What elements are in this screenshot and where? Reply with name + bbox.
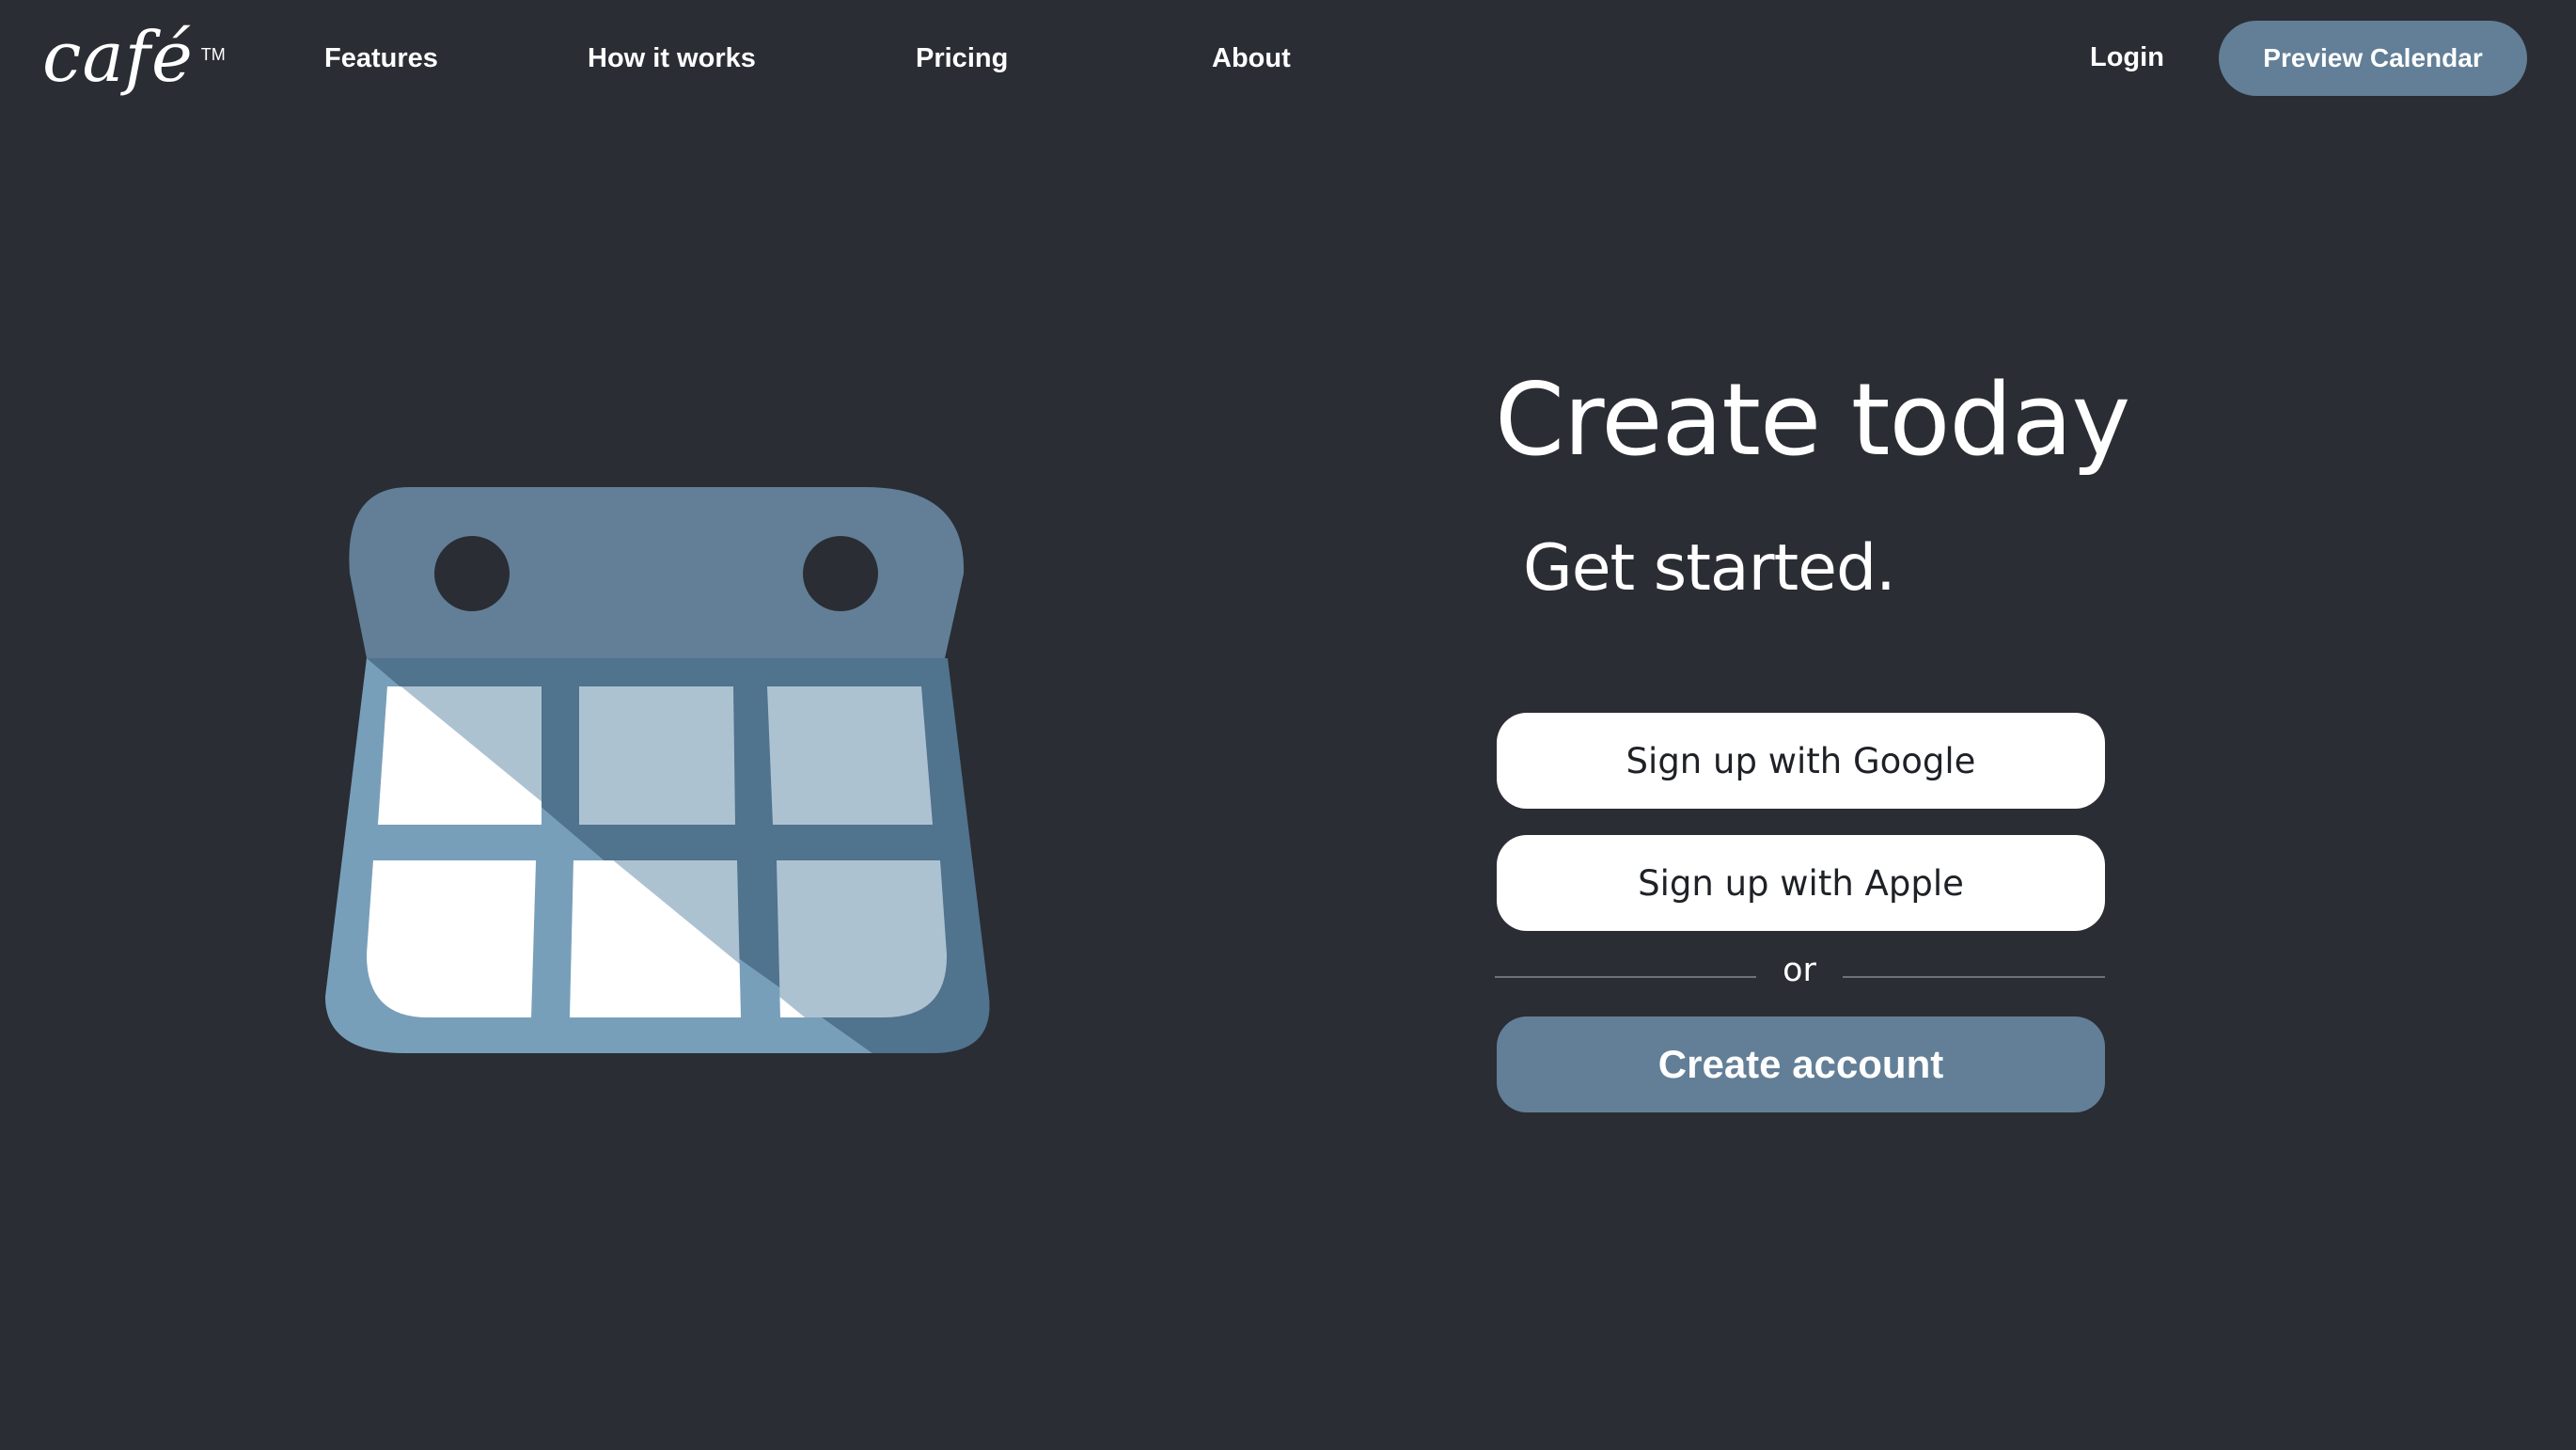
divider-line-left — [1495, 976, 1756, 978]
calendar-ring-hole-right — [803, 536, 878, 611]
logo-wordmark: café — [42, 17, 194, 98]
hero-title: Create today — [1495, 362, 2130, 478]
login-link[interactable]: Login — [2090, 39, 2164, 76]
create-account-button[interactable]: Create account — [1497, 1017, 2105, 1112]
divider-line-right — [1843, 976, 2105, 978]
trademark-symbol: TM — [200, 45, 226, 64]
preview-calendar-button[interactable]: Preview Calendar — [2219, 21, 2527, 96]
nav-link-pricing[interactable]: Pricing — [916, 39, 1008, 77]
nav-link-how-it-works[interactable]: How it works — [588, 39, 756, 77]
calendar-icon — [325, 487, 990, 1053]
brand-logo[interactable]: café TM — [42, 17, 226, 102]
calendar-cell — [579, 686, 735, 825]
calendar-cell — [767, 686, 933, 825]
hero-subtitle: Get started. — [1523, 531, 1896, 606]
nav-link-features[interactable]: Features — [324, 39, 438, 77]
signup-google-button[interactable]: Sign up with Google — [1497, 713, 2105, 809]
nav-link-about[interactable]: About — [1212, 39, 1291, 77]
calendar-cell — [777, 860, 948, 1017]
divider-or-text: or — [1783, 952, 1816, 989]
signup-apple-button[interactable]: Sign up with Apple — [1497, 835, 2105, 931]
calendar-ring-hole-left — [434, 536, 510, 611]
